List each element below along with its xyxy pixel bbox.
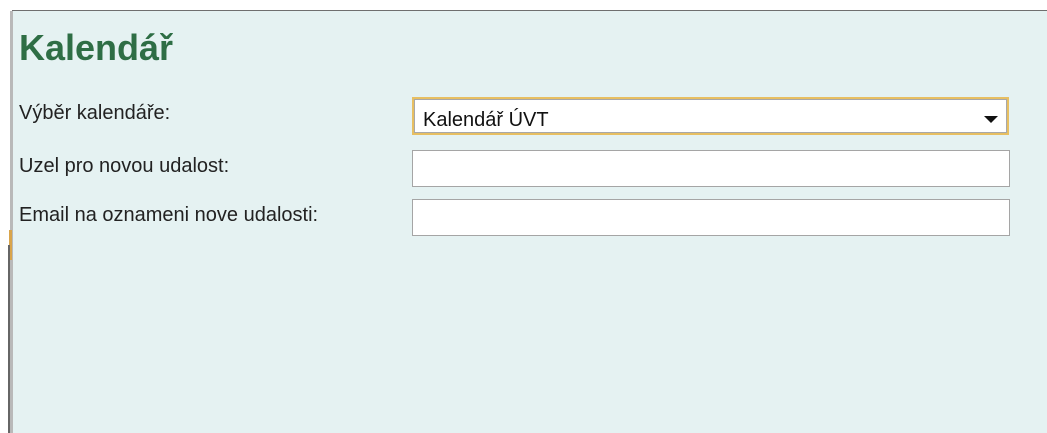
calendar-select[interactable]: Kalendář ÚVT <box>412 97 1009 135</box>
calendar-select-field[interactable]: Kalendář ÚVT <box>414 99 1007 133</box>
page-title: Kalendář <box>19 27 174 68</box>
calendar-settings-window: Kalendář Výběr kalendáře: Kalendář ÚVT U… <box>0 0 1047 433</box>
node-input[interactable] <box>412 150 1010 187</box>
chevron-down-icon[interactable] <box>984 116 998 123</box>
calendar-select-value: Kalendář ÚVT <box>423 109 549 131</box>
node-field-label: Uzel pro novou udalost: <box>19 155 230 177</box>
email-input[interactable] <box>412 199 1010 236</box>
calendar-select-label: Výběr kalendáře: <box>19 102 171 124</box>
left-dark-edge <box>8 245 10 433</box>
left-panel-edge <box>10 11 13 433</box>
email-field-label: Email na oznameni nove udalosti: <box>19 204 319 226</box>
